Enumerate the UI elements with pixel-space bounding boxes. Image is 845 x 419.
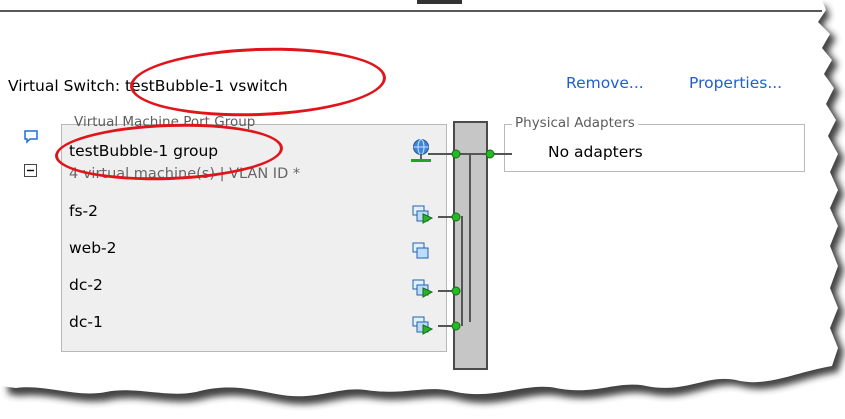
vm-dot-fs-2 [451, 212, 461, 222]
port-dot [451, 149, 461, 159]
network-globe-icon [411, 139, 431, 162]
no-adapters-label: No adapters [548, 143, 643, 161]
collapse-icon[interactable] [24, 164, 37, 177]
speech-bubble-icon[interactable] [23, 129, 39, 145]
vm-name-dc-2[interactable]: dc-2 [69, 276, 103, 294]
vm-dot-dc-2 [451, 286, 461, 296]
uplink-dot [485, 149, 495, 159]
vm-powered-on-icon [412, 279, 434, 298]
properties-link[interactable]: Properties... [689, 74, 782, 92]
vm-name-fs-2[interactable]: fs-2 [69, 202, 98, 220]
vm-powered-off-icon [412, 242, 429, 259]
vm-name-web-2[interactable]: web-2 [69, 239, 117, 257]
vm-dot-dc-1 [451, 321, 461, 331]
vm-name-dc-1[interactable]: dc-1 [69, 313, 103, 331]
physical-adapters-legend: Physical Adapters [512, 116, 638, 131]
remove-link[interactable]: Remove... [566, 74, 644, 92]
vm-powered-on-icon [412, 316, 434, 335]
vm-powered-on-icon [412, 205, 434, 224]
